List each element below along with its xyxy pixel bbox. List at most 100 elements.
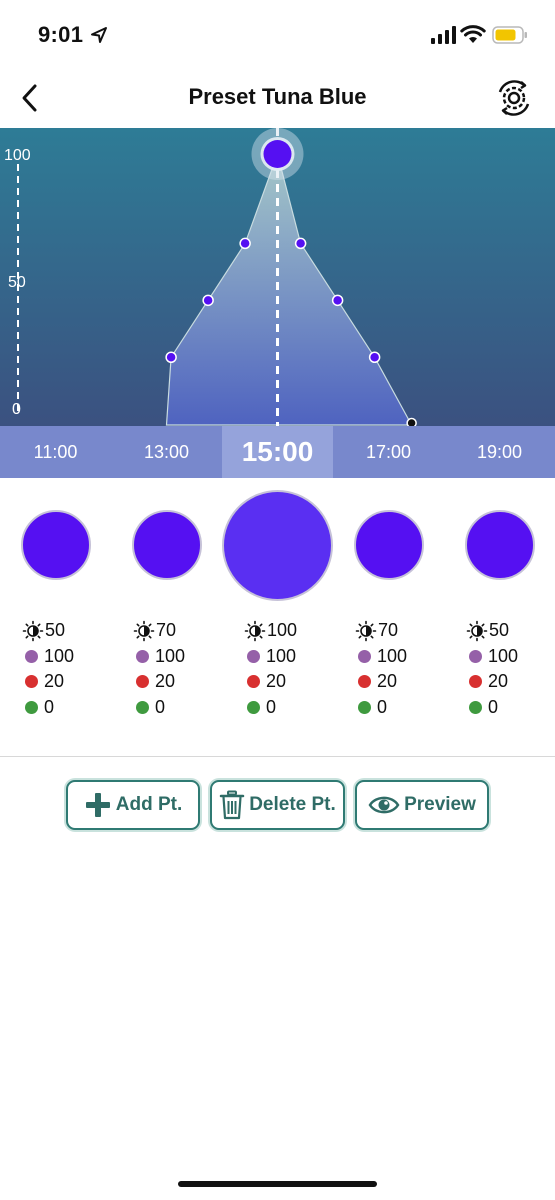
time-label[interactable]: 11:00 [0, 426, 111, 478]
purple-channel-dot [25, 649, 38, 663]
delete-point-label: Delete Pt. [249, 794, 336, 815]
red-channel-dot [25, 675, 38, 689]
curve-point[interactable] [165, 351, 177, 363]
purple-channel-row: 100 [22, 644, 122, 670]
red-channel-row: 20 [244, 669, 344, 695]
brightness-value: 50 [489, 620, 510, 641]
green-channel-dot [136, 700, 149, 714]
section-divider [0, 756, 555, 757]
brightness-row: 50 [466, 618, 555, 644]
brightness-value: 70 [156, 620, 177, 641]
color-preview-circle[interactable] [354, 510, 424, 580]
color-preview-circle[interactable] [132, 510, 202, 580]
color-preview-circle-selected[interactable] [222, 490, 333, 601]
brightness-icon [133, 620, 155, 642]
red-channel-dot [247, 675, 260, 689]
preview-button[interactable]: Preview [355, 780, 489, 830]
green-channel-value: 0 [488, 696, 499, 717]
time-label[interactable]: 17:00 [333, 426, 444, 478]
purple-channel-dot [136, 649, 149, 663]
light-schedule-chart[interactable]: 100 50 0 [0, 128, 555, 426]
purple-channel-row: 100 [133, 644, 233, 670]
cellular-signal-icon [431, 26, 456, 44]
brightness-icon [466, 620, 488, 642]
channel-column[interactable]: 50 100 20 0 [466, 618, 555, 720]
purple-channel-dot [247, 649, 260, 663]
y-tick-label: 0 [12, 401, 21, 418]
green-channel-row: 0 [466, 695, 555, 721]
trash-icon [219, 790, 245, 820]
color-preview-circle[interactable] [465, 510, 535, 580]
green-channel-value: 0 [155, 696, 166, 717]
purple-channel-row: 100 [244, 644, 344, 670]
purple-channel-dot [469, 649, 482, 663]
brightness-row: 50 [22, 618, 122, 644]
green-channel-dot [247, 700, 260, 714]
brightness-icon [22, 620, 44, 642]
location-arrow-icon [91, 27, 107, 43]
status-time: 9:01 [38, 22, 84, 47]
y-tick-label: 50 [8, 274, 26, 291]
purple-channel-value: 100 [155, 645, 186, 666]
red-channel-dot [136, 675, 149, 689]
nav-bar: Preset Tuna Blue [0, 70, 555, 128]
purple-channel-row: 100 [466, 644, 555, 670]
red-channel-value: 20 [155, 671, 176, 692]
chart-canvas[interactable]: 100 50 0 [0, 128, 555, 426]
green-channel-value: 0 [377, 696, 388, 717]
brightness-value: 50 [45, 620, 66, 641]
curve-point[interactable] [368, 351, 381, 363]
time-scroller[interactable]: 11:00 13:00 15:00 17:00 19:00 [0, 426, 555, 478]
purple-channel-value: 100 [266, 645, 297, 666]
channel-values: 50 100 20 0 70 100 20 0 100 100 20 0 70 … [0, 618, 555, 728]
brightness-value: 100 [267, 620, 298, 641]
red-channel-dot [358, 675, 371, 689]
red-channel-value: 20 [488, 671, 509, 692]
point-actions: Add Pt. Delete Pt. Preview [0, 780, 555, 834]
green-channel-dot [25, 700, 38, 714]
plus-icon [85, 793, 110, 817]
green-channel-value: 0 [266, 696, 277, 717]
time-label-selected[interactable]: 15:00 [222, 426, 333, 478]
red-channel-row: 20 [355, 669, 455, 695]
add-point-label: Add Pt. [115, 794, 183, 815]
red-channel-value: 20 [266, 671, 287, 692]
green-channel-dot [358, 700, 371, 714]
status-bar: 9:01 [0, 0, 555, 70]
red-channel-row: 20 [133, 669, 233, 695]
time-label[interactable]: 13:00 [111, 426, 222, 478]
sync-settings-button[interactable] [494, 78, 534, 118]
green-channel-value: 0 [44, 696, 55, 717]
curve-point[interactable] [202, 294, 214, 307]
preview-label: Preview [404, 794, 476, 815]
green-channel-row: 0 [22, 695, 122, 721]
red-channel-value: 20 [44, 671, 65, 692]
purple-channel-value: 100 [44, 645, 75, 666]
curve-point[interactable] [239, 237, 251, 250]
green-channel-dot [469, 700, 482, 714]
selected-curve-point[interactable] [263, 140, 292, 168]
red-channel-value: 20 [377, 671, 398, 692]
brightness-icon [355, 620, 377, 642]
purple-channel-row: 100 [355, 644, 455, 670]
channel-column[interactable]: 50 100 20 0 [22, 618, 122, 720]
channel-column[interactable]: 70 100 20 0 [133, 618, 233, 720]
curve-point[interactable] [331, 294, 344, 307]
add-point-button[interactable]: Add Pt. [66, 780, 200, 830]
delete-point-button[interactable]: Delete Pt. [210, 780, 345, 830]
red-channel-row: 20 [466, 669, 555, 695]
brightness-row: 70 [133, 618, 233, 644]
curve-end-point[interactable] [406, 417, 417, 427]
eye-icon [368, 796, 400, 814]
channel-column-selected[interactable]: 100 100 20 0 [244, 618, 344, 720]
wifi-icon [460, 25, 486, 43]
time-label[interactable]: 19:00 [444, 426, 555, 478]
color-preview-circle[interactable] [21, 510, 91, 580]
battery-icon [492, 26, 527, 44]
home-indicator[interactable] [178, 1181, 377, 1187]
green-channel-row: 0 [355, 695, 455, 721]
channel-column[interactable]: 70 100 20 0 [355, 618, 455, 720]
red-channel-row: 20 [22, 669, 122, 695]
purple-channel-value: 100 [377, 645, 408, 666]
curve-point[interactable] [294, 237, 307, 250]
